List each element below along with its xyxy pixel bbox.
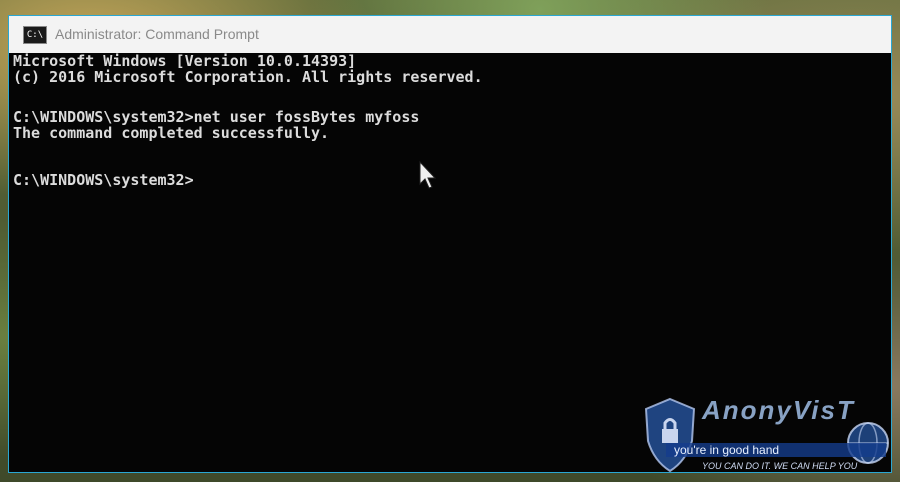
console-line: (c) 2016 Microsoft Corporation. All righ… <box>13 68 483 86</box>
shield-lock-icon <box>644 397 696 473</box>
watermark-logo: AnonyVisT you're in good hand YOU CAN DO… <box>630 395 898 477</box>
mouse-pointer-icon <box>419 160 437 189</box>
cmd-icon: C:\ <box>23 26 47 44</box>
watermark-brand: AnonyVisT <box>702 395 855 425</box>
console-line: Microsoft Windows [Version 10.0.14393] <box>13 53 357 70</box>
watermark-slogan: you're in good hand <box>666 443 886 457</box>
command-prompt[interactable]: C:\WINDOWS\system32> <box>13 172 194 188</box>
watermark-tagline: YOU CAN DO IT. WE CAN HELP YOU <box>702 461 858 471</box>
console-line: C:\WINDOWS\system32>net user fossBytes m… <box>13 108 420 126</box>
title-bar[interactable]: C:\ Administrator: Command Prompt <box>9 16 891 56</box>
console-line: The command completed successfully. <box>13 124 330 142</box>
window-title: Administrator: Command Prompt <box>55 26 259 42</box>
